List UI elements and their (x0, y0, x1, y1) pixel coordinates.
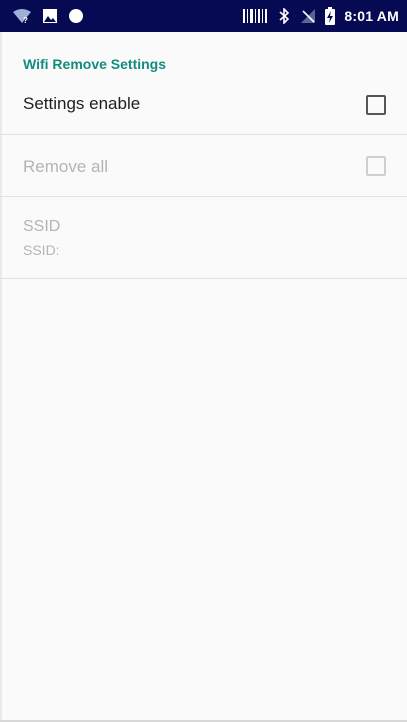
status-left-icons: ? (12, 0, 84, 32)
ssid-summary: SSID: (23, 242, 60, 258)
status-bar: ? 8:01 AM (0, 0, 407, 32)
image-icon (42, 8, 58, 24)
settings-enable-checkbox[interactable] (366, 95, 386, 115)
pref-ssid: SSID SSID: (0, 198, 407, 279)
barcode-scanner-icon (242, 8, 268, 24)
circle-icon (68, 8, 84, 24)
battery-charging-icon (325, 7, 336, 25)
status-right-icons: 8:01 AM (242, 0, 399, 32)
settings-enable-label: Settings enable (23, 94, 141, 113)
wifi-question-icon: ? (12, 8, 32, 24)
svg-text:?: ? (23, 16, 28, 24)
pref-remove-all: Remove all (0, 136, 407, 197)
bluetooth-icon (277, 8, 291, 24)
remove-all-checkbox (366, 156, 386, 176)
signal-off-icon (300, 8, 316, 24)
settings-list: Wifi Remove Settings Settings enable Rem… (0, 32, 407, 722)
ssid-label: SSID (23, 218, 61, 235)
status-time: 8:01 AM (344, 8, 399, 24)
pref-settings-enable[interactable]: Settings enable (0, 80, 407, 135)
remove-all-label: Remove all (23, 157, 109, 176)
category-title: Wifi Remove Settings (23, 56, 167, 72)
